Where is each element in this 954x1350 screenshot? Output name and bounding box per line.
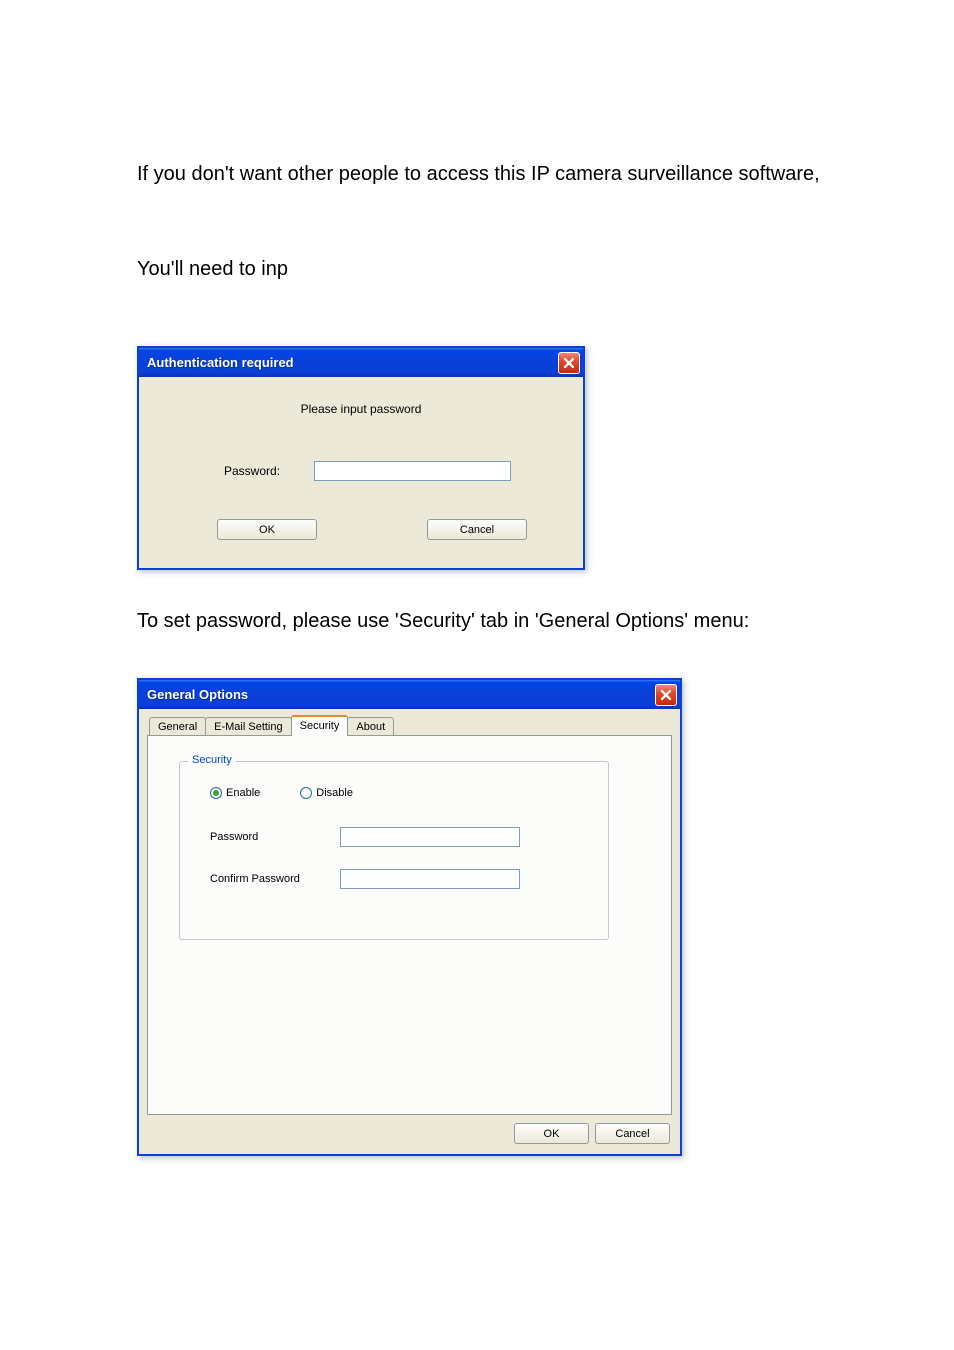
radio-enable-label: Enable bbox=[226, 787, 260, 799]
ok-button[interactable]: OK bbox=[514, 1123, 589, 1144]
close-button[interactable] bbox=[558, 352, 580, 374]
dialog-title: General Options bbox=[147, 687, 248, 702]
close-icon bbox=[563, 357, 575, 369]
confirm-password-input[interactable] bbox=[340, 869, 520, 889]
groupbox-legend: Security bbox=[188, 754, 236, 766]
confirm-password-label: Confirm Password bbox=[210, 873, 340, 885]
close-icon bbox=[660, 689, 672, 701]
cancel-button[interactable]: Cancel bbox=[427, 519, 527, 540]
doc-paragraph-1: If you don't want other people to access… bbox=[137, 160, 954, 188]
dialog-message: Please input password bbox=[169, 402, 553, 416]
tab-bar: General E-Mail Setting Security About bbox=[147, 715, 672, 736]
radio-disable-label: Disable bbox=[316, 787, 353, 799]
general-options-dialog: General Options General E-Mail Setting S… bbox=[137, 678, 682, 1156]
authentication-dialog: Authentication required Please input pas… bbox=[137, 346, 585, 570]
radio-disable[interactable]: Disable bbox=[300, 787, 353, 799]
password-label: Password: bbox=[224, 464, 314, 478]
titlebar[interactable]: Authentication required bbox=[139, 348, 583, 377]
close-button[interactable] bbox=[655, 684, 677, 706]
tab-panel-security: Security Enable Disable Password bbox=[147, 735, 672, 1115]
ok-button[interactable]: OK bbox=[217, 519, 317, 540]
security-groupbox: Security Enable Disable Password bbox=[179, 761, 609, 940]
doc-paragraph-2: You'll need to inp bbox=[137, 258, 954, 281]
tab-security[interactable]: Security bbox=[291, 715, 349, 736]
radio-icon bbox=[300, 787, 312, 799]
radio-enable[interactable]: Enable bbox=[210, 787, 260, 799]
password-label: Password bbox=[210, 831, 340, 843]
dialog-title: Authentication required bbox=[147, 355, 294, 370]
password-input[interactable] bbox=[314, 461, 511, 481]
titlebar[interactable]: General Options bbox=[139, 680, 680, 709]
password-input[interactable] bbox=[340, 827, 520, 847]
doc-paragraph-3: To set password, please use 'Security' t… bbox=[137, 610, 954, 633]
radio-icon bbox=[210, 787, 222, 799]
cancel-button[interactable]: Cancel bbox=[595, 1123, 670, 1144]
